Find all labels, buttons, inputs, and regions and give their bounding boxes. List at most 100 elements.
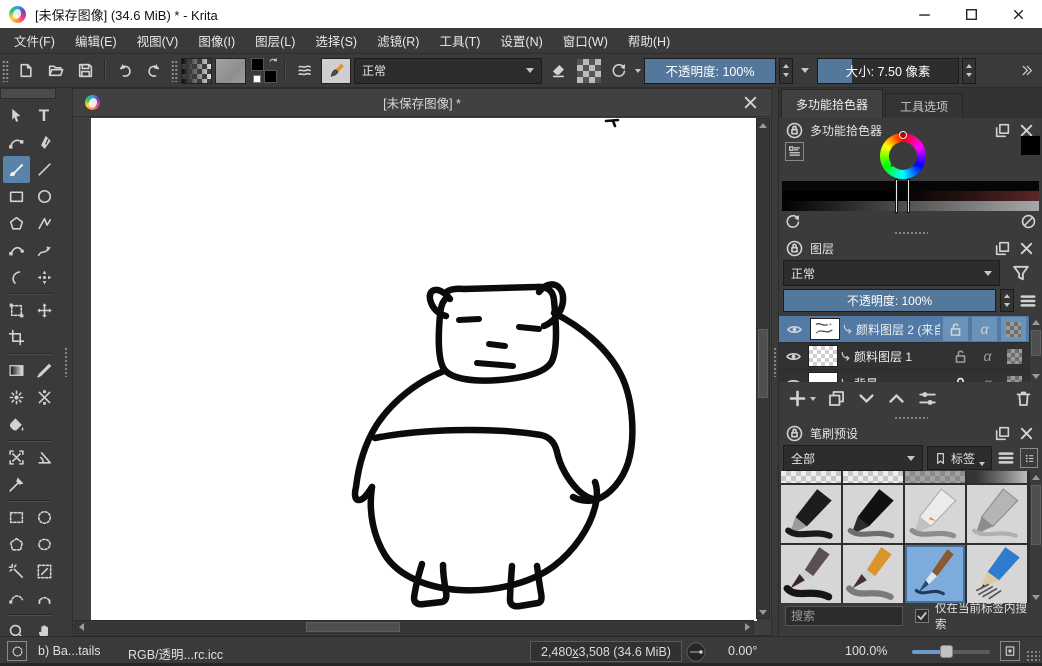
- brush-preset-cell[interactable]: [843, 471, 903, 483]
- layer-inherit-alpha-toggle[interactable]: [1001, 317, 1026, 341]
- brush-preset-cell[interactable]: [843, 545, 903, 603]
- menu-item-layer[interactable]: 图层(L): [245, 31, 305, 50]
- brush-preset-cell[interactable]: [905, 471, 965, 483]
- dynamic-brush-tool[interactable]: [3, 264, 30, 291]
- duplicate-layer-icon[interactable]: [827, 389, 846, 408]
- crop-tool[interactable]: [3, 324, 30, 351]
- redo-button[interactable]: [141, 58, 168, 84]
- layer-alpha-lock-toggle[interactable]: α: [975, 371, 1000, 382]
- pattern-chooser[interactable]: [215, 58, 246, 84]
- brush-search-input[interactable]: [785, 606, 903, 626]
- brush-preset-cell[interactable]: [781, 545, 841, 603]
- vertical-scrollbar[interactable]: [756, 118, 770, 619]
- menu-item-view[interactable]: 视图(V): [127, 31, 189, 50]
- tab-advanced-color-selector[interactable]: 多功能拾色器: [781, 89, 883, 118]
- menu-item-tools[interactable]: 工具(T): [429, 31, 490, 50]
- add-layer-caret[interactable]: [810, 397, 816, 401]
- layer-opacity-spinner[interactable]: [1000, 289, 1014, 312]
- tab-tool-options[interactable]: 工具选项: [885, 93, 963, 118]
- move-layer-up-icon[interactable]: [887, 389, 906, 408]
- add-layer-button[interactable]: [788, 389, 816, 408]
- multibrush-tool[interactable]: [31, 264, 58, 291]
- minimize-button[interactable]: [901, 0, 948, 28]
- move-tool[interactable]: [31, 297, 58, 324]
- delete-layer-icon[interactable]: [1014, 389, 1033, 408]
- toolbar-overflow-button[interactable]: [1013, 58, 1040, 84]
- toolbar-grip[interactable]: [171, 60, 178, 82]
- selection-display-button[interactable]: [7, 641, 27, 661]
- swap-colors-icon[interactable]: [268, 57, 279, 68]
- scroll-left-arrow[interactable]: [75, 621, 87, 633]
- horizontal-scrollbar[interactable]: [74, 620, 754, 634]
- brush-preset-cell[interactable]: [967, 471, 1027, 483]
- scroll-up-arrow[interactable]: [1030, 316, 1041, 328]
- text-tool[interactable]: T: [31, 102, 58, 129]
- background-color-swatch[interactable]: [264, 70, 277, 83]
- horizontal-scrollbar-thumb[interactable]: [306, 622, 401, 632]
- reload-preset-button[interactable]: [605, 58, 632, 84]
- layer-lock-toggle[interactable]: [948, 344, 973, 368]
- layer-lock-toggle[interactable]: [943, 317, 968, 341]
- zoom-slider-handle[interactable]: [940, 645, 953, 658]
- new-document-button[interactable]: [12, 58, 39, 84]
- close-docker-icon[interactable]: [1018, 425, 1035, 442]
- opacity-dropdown-caret[interactable]: [801, 68, 809, 73]
- opacity-spinner[interactable]: [779, 58, 793, 84]
- toolbar-grip[interactable]: [2, 60, 9, 82]
- move-layer-down-icon[interactable]: [857, 389, 876, 408]
- float-docker-icon[interactable]: [994, 425, 1011, 442]
- menu-item-image[interactable]: 图像(I): [188, 31, 245, 50]
- foreground-color-swatch[interactable]: [251, 58, 264, 71]
- assistants-tool[interactable]: [3, 444, 30, 471]
- fill-tool[interactable]: [3, 411, 30, 438]
- open-document-button[interactable]: [42, 58, 69, 84]
- layer-visibility-toggle[interactable]: [781, 344, 806, 368]
- brush-preset-cell-selected[interactable]: [905, 545, 965, 603]
- edit-shapes-tool[interactable]: [3, 129, 30, 156]
- brush-grid-scrollbar[interactable]: [1029, 471, 1042, 603]
- layer-visibility-toggle[interactable]: [781, 371, 806, 382]
- layer-filter-button[interactable]: [1004, 261, 1038, 285]
- menu-item-help[interactable]: 帮助(H): [618, 31, 680, 50]
- freehand-path-tool[interactable]: [31, 237, 58, 264]
- brush-tag-filter-dropdown[interactable]: 全部: [783, 445, 923, 471]
- brush-size-spinner[interactable]: [962, 58, 976, 84]
- sv-triangle[interactable]: [889, 142, 917, 170]
- canvas-rotation-dial[interactable]: [686, 642, 706, 662]
- reference-images-tool[interactable]: [3, 471, 30, 498]
- layer-inherit-alpha-toggle[interactable]: [1002, 344, 1027, 368]
- reload-dropdown-caret[interactable]: [635, 69, 641, 73]
- scroll-down-arrow[interactable]: [757, 606, 769, 618]
- subwindow-titlebar[interactable]: [未保存图像] *: [73, 89, 771, 117]
- display-mode-button[interactable]: [1020, 448, 1038, 468]
- layer-row[interactable]: 背景 α: [779, 370, 1042, 382]
- colorize-mask-tool[interactable]: [31, 384, 58, 411]
- polyline-tool[interactable]: [31, 210, 58, 237]
- brush-scrollbar-thumb[interactable]: [1031, 485, 1041, 545]
- polygonal-selection-tool[interactable]: [3, 531, 30, 558]
- menu-item-select[interactable]: 选择(S): [305, 31, 367, 50]
- color-bar-marker[interactable]: [907, 179, 910, 213]
- layer-thumbnail[interactable]: [808, 345, 838, 367]
- lock-docker-icon[interactable]: [786, 122, 803, 139]
- line-tool[interactable]: [31, 156, 58, 183]
- calligraphy-tool[interactable]: [31, 129, 58, 156]
- color-sampler-tool[interactable]: [31, 357, 58, 384]
- layer-alpha-lock-toggle[interactable]: α: [972, 317, 997, 341]
- layer-row[interactable]: 颜料图层 2 (来自粘贴) α: [779, 316, 1042, 343]
- layer-thumbnail[interactable]: [808, 372, 838, 382]
- layer-blend-mode-dropdown[interactable]: 正常: [783, 260, 1000, 286]
- opacity-slider[interactable]: 不透明度: 100%: [644, 58, 776, 84]
- undo-button[interactable]: [111, 58, 138, 84]
- scroll-up-arrow[interactable]: [1030, 471, 1041, 483]
- scroll-up-arrow[interactable]: [757, 119, 769, 131]
- current-brush-name[interactable]: b) Ba...tails: [38, 644, 101, 658]
- close-docker-icon[interactable]: [1018, 240, 1035, 257]
- close-window-button[interactable]: [995, 0, 1042, 28]
- zoom-fit-button[interactable]: [1000, 641, 1020, 661]
- menu-item-window[interactable]: 窗口(W): [553, 31, 618, 50]
- bezier-curve-tool[interactable]: [3, 237, 30, 264]
- brush-preset-cell[interactable]: [781, 485, 841, 543]
- brush-menu-icon[interactable]: [996, 448, 1016, 468]
- float-docker-icon[interactable]: [994, 122, 1011, 139]
